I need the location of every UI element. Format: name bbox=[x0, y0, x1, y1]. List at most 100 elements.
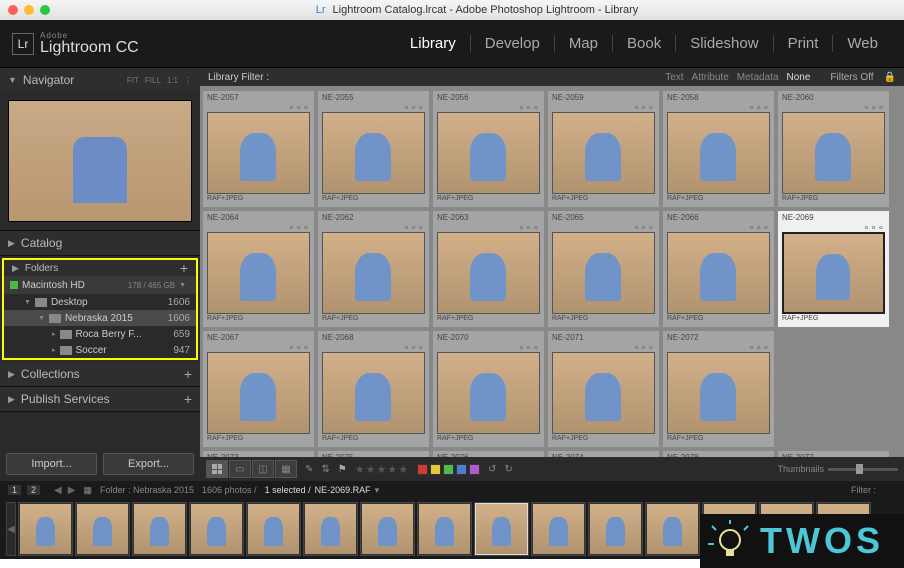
folder-row[interactable]: ▼Desktop1606 bbox=[4, 294, 196, 310]
thumbnail-cell[interactable]: NE-2072∘∘∘RAF+JPEG bbox=[662, 330, 775, 448]
filmstrip-thumbnail[interactable] bbox=[246, 502, 301, 556]
filter-tab-metadata[interactable]: Metadata bbox=[737, 72, 779, 83]
thumbnail-image bbox=[437, 112, 540, 194]
navigator-zoom-fit[interactable]: FIT bbox=[127, 76, 139, 85]
minimize-icon[interactable] bbox=[24, 5, 34, 15]
filmstrip-thumbnail[interactable] bbox=[18, 502, 73, 556]
folder-name: Roca Berry F... bbox=[76, 329, 142, 340]
thumbnail-cell[interactable]: NE-2065∘∘∘RAF+JPEG bbox=[547, 210, 660, 328]
color-label-swatch[interactable] bbox=[456, 464, 467, 475]
thumbnail-cell[interactable]: NE-2068∘∘∘RAF+JPEG bbox=[317, 330, 430, 448]
folder-row[interactable]: ▸Roca Berry F...659 bbox=[4, 326, 196, 342]
maximize-icon[interactable] bbox=[40, 5, 50, 15]
export-button[interactable]: Export... bbox=[103, 453, 194, 475]
folder-icon bbox=[35, 298, 47, 307]
rotate-cw-icon[interactable]: ↻ bbox=[505, 464, 513, 475]
folder-row[interactable]: ▸Soccer947 bbox=[4, 342, 196, 358]
filmstrip-thumbnail[interactable] bbox=[360, 502, 415, 556]
plus-icon[interactable]: + bbox=[184, 391, 192, 407]
navigator-zoom-1:1[interactable]: 1:1 bbox=[167, 76, 178, 85]
catalog-header[interactable]: ▶ Catalog bbox=[0, 231, 200, 255]
filmstrip-scroll-left[interactable]: ◀ bbox=[6, 502, 16, 556]
thumbnail-cell[interactable]: NE-2062∘∘∘RAF+JPEG bbox=[317, 210, 430, 328]
folder-row[interactable]: ▼Nebraska 20151606 bbox=[4, 310, 196, 326]
filmstrip-thumbnail[interactable] bbox=[75, 502, 130, 556]
filmstrip-thumbnail[interactable] bbox=[531, 502, 586, 556]
filters-off-label[interactable]: Filters Off bbox=[830, 72, 873, 83]
navigator-zoom-fill[interactable]: FILL bbox=[145, 76, 161, 85]
lock-icon[interactable]: 🔒 bbox=[884, 72, 896, 83]
display-count-2[interactable]: 2 bbox=[27, 485, 40, 495]
module-web[interactable]: Web bbox=[847, 35, 892, 52]
thumbnail-cell[interactable]: NE-2071∘∘∘RAF+JPEG bbox=[547, 330, 660, 448]
filmstrip-thumbnail[interactable] bbox=[303, 502, 358, 556]
color-label-swatch[interactable] bbox=[417, 464, 428, 475]
thumbnail-cell[interactable]: NE-2066∘∘∘RAF+JPEG bbox=[662, 210, 775, 328]
module-library[interactable]: Library bbox=[410, 35, 471, 52]
painter-icon[interactable]: ✎ bbox=[305, 464, 313, 475]
filmstrip-filter-label[interactable]: Filter : bbox=[851, 485, 876, 495]
thumbnail-cell[interactable]: NE-2067∘∘∘RAF+JPEG bbox=[202, 330, 315, 448]
nav-fwd-icon[interactable]: ▶ bbox=[68, 485, 76, 496]
thumbnail-cell[interactable]: NE-2057∘∘∘RAF+JPEG bbox=[202, 90, 315, 208]
dropdown-icon[interactable]: ▾ bbox=[375, 485, 380, 496]
module-print[interactable]: Print bbox=[788, 35, 834, 52]
nav-back-icon[interactable]: ◀ bbox=[54, 485, 62, 496]
thumbnail-cell[interactable]: NE-2073∘∘∘RAF+JPEG bbox=[202, 450, 315, 457]
publish-header[interactable]: ▶ Publish Services + bbox=[0, 387, 200, 411]
navigator-preview[interactable] bbox=[8, 100, 192, 222]
filter-tab-attribute[interactable]: Attribute bbox=[692, 72, 729, 83]
filter-tab-none[interactable]: None bbox=[786, 72, 810, 83]
module-develop[interactable]: Develop bbox=[485, 35, 555, 52]
rating-stars[interactable]: ★★★★★ bbox=[355, 463, 409, 476]
thumbnail-cell[interactable]: NE-2055∘∘∘RAF+JPEG bbox=[317, 90, 430, 208]
thumbnail-cell[interactable]: NE-2074∘∘∘RAF+JPEG bbox=[547, 450, 660, 457]
thumbnail-cell[interactable]: NE-2076∘∘∘RAF+JPEG bbox=[432, 450, 545, 457]
thumbnail-cell[interactable]: NE-2078∘∘∘RAF+JPEG bbox=[662, 450, 775, 457]
display-count-1[interactable]: 1 bbox=[8, 485, 21, 495]
filter-tab-text[interactable]: Text bbox=[665, 72, 683, 83]
filmstrip-thumbnail[interactable] bbox=[189, 502, 244, 556]
close-icon[interactable] bbox=[8, 5, 18, 15]
module-picker[interactable]: Library Develop Map Book Slideshow Print Web bbox=[410, 35, 892, 52]
filmstrip-thumbnail[interactable] bbox=[588, 502, 643, 556]
filmstrip-thumbnail[interactable] bbox=[645, 502, 700, 556]
thumbnail-cell[interactable]: NE-2058∘∘∘RAF+JPEG bbox=[662, 90, 775, 208]
source-folder[interactable]: Folder : Nebraska 2015 bbox=[100, 485, 194, 495]
compare-view-button[interactable]: ◫ bbox=[252, 460, 274, 478]
thumbnail-cell[interactable]: NE-2069∘∘∘RAF+JPEG bbox=[777, 210, 890, 328]
module-slideshow[interactable]: Slideshow bbox=[690, 35, 773, 52]
thumbnail-cell[interactable]: NE-2060∘∘∘RAF+JPEG bbox=[777, 90, 890, 208]
navigator-zoom-⋮[interactable]: ⋮ bbox=[184, 76, 192, 85]
module-map[interactable]: Map bbox=[569, 35, 613, 52]
rotate-ccw-icon[interactable]: ↺ bbox=[488, 464, 496, 475]
thumbnail-cell[interactable]: NE-2077∘∘∘RAF+JPEG bbox=[777, 450, 890, 457]
filmstrip-thumbnail[interactable] bbox=[417, 502, 472, 556]
survey-view-button[interactable]: ▦ bbox=[275, 460, 297, 478]
thumbnail-cell[interactable]: NE-2064∘∘∘RAF+JPEG bbox=[202, 210, 315, 328]
navigator-header[interactable]: ▼ Navigator FITFILL1:1⋮ bbox=[0, 68, 200, 92]
thumbnail-cell[interactable]: NE-2070∘∘∘RAF+JPEG bbox=[432, 330, 545, 448]
filmstrip-thumbnail[interactable] bbox=[132, 502, 187, 556]
loupe-view-button[interactable]: ▭ bbox=[229, 460, 251, 478]
grid-view-button[interactable] bbox=[206, 460, 228, 478]
volume-row[interactable]: Macintosh HD 178 / 465 GB ▼ bbox=[4, 276, 196, 294]
plus-icon[interactable]: + bbox=[184, 366, 192, 382]
module-book[interactable]: Book bbox=[627, 35, 676, 52]
grid-icon[interactable]: ▦ bbox=[83, 485, 92, 496]
color-label-swatch[interactable] bbox=[430, 464, 441, 475]
import-button[interactable]: Import... bbox=[6, 453, 97, 475]
collections-header[interactable]: ▶ Collections + bbox=[0, 362, 200, 386]
filmstrip-thumbnail[interactable] bbox=[474, 502, 529, 556]
thumbnail-cell[interactable]: NE-2056∘∘∘RAF+JPEG bbox=[432, 90, 545, 208]
sort-icon[interactable]: ⇅ bbox=[321, 464, 329, 475]
folders-header[interactable]: ▶ Folders + bbox=[4, 260, 196, 276]
thumbnail-cell[interactable]: NE-2059∘∘∘RAF+JPEG bbox=[547, 90, 660, 208]
thumbnail-cell[interactable]: NE-2075∘∘∘RAF+JPEG bbox=[317, 450, 430, 457]
flag-icon[interactable]: ⚑ bbox=[338, 464, 347, 475]
plus-icon[interactable]: + bbox=[180, 260, 188, 276]
thumbnail-size-slider[interactable] bbox=[828, 468, 898, 471]
color-label-swatch[interactable] bbox=[469, 464, 480, 475]
color-label-swatch[interactable] bbox=[443, 464, 454, 475]
thumbnail-cell[interactable]: NE-2063∘∘∘RAF+JPEG bbox=[432, 210, 545, 328]
